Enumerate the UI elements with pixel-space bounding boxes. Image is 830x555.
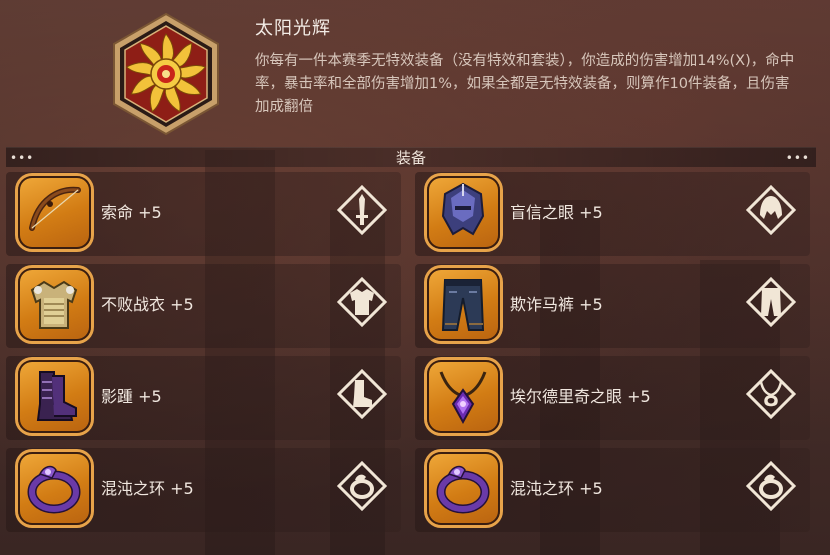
equipment-item-frame — [427, 360, 500, 433]
equipment-item[interactable]: 混沌之环 +5 — [415, 448, 810, 532]
boots-icon — [36, 371, 77, 421]
ring-slot-icon — [337, 461, 387, 511]
sun-emblem-icon[interactable] — [104, 12, 228, 136]
helmet-slot-icon — [746, 185, 796, 235]
skill-title: 太阳光辉 — [255, 18, 331, 39]
equipment-name: 盲信之眼 +5 — [510, 203, 603, 222]
equipment-item-frame — [18, 452, 91, 525]
equipment-item-frame — [427, 176, 500, 249]
equipment-section-header: ••• 装备 ••• — [6, 147, 816, 167]
equipment-item-frame — [18, 360, 91, 433]
armor-slot-icon — [337, 277, 387, 327]
equipment-item[interactable]: 埃尔德里奇之眼 +5 — [415, 356, 810, 440]
helmet-icon — [441, 182, 485, 236]
equipment-name: 混沌之环 +5 — [101, 479, 194, 498]
pants-slot-icon — [746, 277, 796, 327]
weapon-slot-icon — [337, 185, 387, 235]
equipment-name: 不败战衣 +5 — [101, 295, 194, 314]
equipment-name: 欺诈马裤 +5 — [510, 295, 603, 314]
equipment-name: 索命 +5 — [101, 203, 162, 222]
equipment-item[interactable]: 盲信之眼 +5 — [415, 172, 810, 256]
equipment-item[interactable]: 索命 +5 — [6, 172, 401, 256]
equipment-item-frame — [18, 176, 91, 249]
necklace-slot-icon — [746, 369, 796, 419]
equipment-name: 混沌之环 +5 — [510, 479, 603, 498]
equipment-item[interactable]: 混沌之环 +5 — [6, 448, 401, 532]
equipment-item-frame — [427, 452, 500, 525]
ring-icon — [436, 465, 490, 514]
equipment-name: 埃尔德里奇之眼 +5 — [510, 387, 651, 406]
skill-description: 你每有一件本赛季无特效装备（没有特效和套装），你造成的伤害增加14%(X)，命中… — [255, 53, 795, 115]
ornament-dots-icon: ••• — [785, 151, 810, 165]
equipment-item[interactable]: 不败战衣 +5 — [6, 264, 401, 348]
ring-slot-icon — [746, 461, 796, 511]
equipment-name: 影踵 +5 — [101, 387, 162, 406]
equipment-item-frame — [427, 268, 500, 341]
ring-icon — [27, 465, 81, 514]
bow-icon — [29, 186, 81, 231]
section-title: 装备 — [395, 149, 426, 167]
equipment-item-frame — [18, 268, 91, 341]
boots-slot-icon — [337, 369, 387, 419]
equipment-item[interactable]: 影踵 +5 — [6, 356, 401, 440]
armor-icon — [30, 280, 78, 329]
amulet-icon — [439, 371, 487, 425]
equipment-item[interactable]: 欺诈马裤 +5 — [415, 264, 810, 348]
skill-header: 太阳光辉 你每有一件本赛季无特效装备（没有特效和套装），你造成的伤害增加14%(… — [0, 0, 830, 148]
pants-icon — [441, 279, 485, 331]
